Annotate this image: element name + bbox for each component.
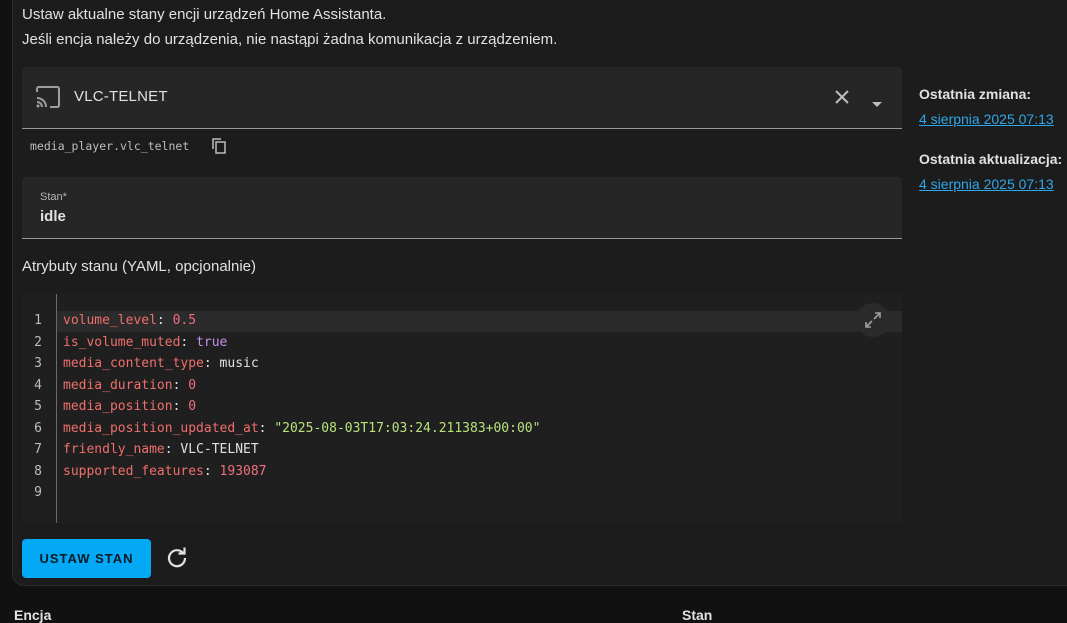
yaml-separator: :: [203, 356, 220, 371]
close-icon[interactable]: [834, 89, 850, 110]
description-line-1: Ustaw aktualne stany encji urządzeń Home…: [22, 6, 387, 23]
yaml-value: 0: [188, 378, 197, 393]
line-number-gutter: 1 2 3 4 5 6 7 8 9: [22, 294, 57, 523]
line-number: 5: [34, 399, 42, 414]
line-number: 7: [34, 442, 42, 457]
code-line: is_volume_muted: true: [63, 335, 227, 350]
last-updated-label: Ostatnia aktualizacja:: [919, 151, 1063, 167]
cast-icon: [35, 86, 61, 113]
code-line: media_position_updated_at: "2025-08-03T1…: [63, 421, 540, 436]
state-field[interactable]: Stan* idle: [22, 177, 902, 239]
line-number: 6: [34, 421, 42, 436]
refresh-icon[interactable]: [166, 547, 188, 574]
copy-icon[interactable]: [212, 138, 226, 159]
arrow-drop-down-icon[interactable]: [872, 95, 882, 113]
entity-id-text: media_player.vlc_telnet: [30, 139, 190, 153]
yaml-key: friendly_name: [63, 442, 165, 457]
yaml-key: media_duration: [63, 378, 173, 393]
line-number: 2: [34, 335, 42, 350]
yaml-key: media_content_type: [63, 356, 204, 371]
description-line-2: Jeśli encja należy do urządzenia, nie na…: [22, 31, 558, 48]
line-number: 3: [34, 356, 42, 371]
yaml-value: 0: [188, 399, 197, 414]
yaml-separator: :: [203, 464, 220, 479]
yaml-key: volume_level: [63, 313, 157, 328]
fullscreen-icon: [865, 312, 881, 328]
yaml-editor[interactable]: 1 2 3 4 5 6 7 8 9 volume_level: 0.5 is_v…: [22, 294, 902, 523]
yaml-separator: :: [258, 421, 275, 436]
yaml-value: VLC-TELNET: [180, 442, 259, 457]
set-state-button[interactable]: USTAW STAN: [22, 539, 151, 578]
last-changed-label: Ostatnia zmiana:: [919, 86, 1032, 102]
line-number: 8: [34, 464, 42, 479]
code-line: volume_level: 0.5: [63, 313, 196, 328]
last-changed-link[interactable]: 4 sierpnia 2025 07:13: [919, 111, 1054, 127]
code-line: supported_features: 193087: [63, 464, 267, 479]
state-field-value: idle: [40, 208, 66, 225]
yaml-key: supported_features: [63, 464, 204, 479]
column-header-state[interactable]: Stan: [682, 607, 712, 623]
line-number: 4: [34, 378, 42, 393]
yaml-value: true: [196, 335, 228, 350]
state-field-label: Stan*: [40, 191, 67, 203]
yaml-value: "2025-08-03T17:03:24.211383+00:00": [274, 421, 541, 436]
yaml-separator: :: [156, 313, 173, 328]
yaml-value: 193087: [219, 464, 267, 479]
column-header-entity[interactable]: Encja: [14, 607, 51, 623]
yaml-separator: :: [172, 399, 189, 414]
entity-picker[interactable]: VLC-TELNET: [22, 67, 902, 129]
yaml-value: 0.5: [172, 313, 197, 328]
entity-picker-value: VLC-TELNET: [74, 88, 168, 105]
yaml-key: media_position_updated_at: [63, 421, 259, 436]
yaml-separator: :: [164, 442, 181, 457]
yaml-value: music: [219, 356, 259, 371]
yaml-key: is_volume_muted: [63, 335, 181, 350]
yaml-key: media_position: [63, 399, 173, 414]
expand-editor-button[interactable]: [856, 303, 890, 337]
line-number: 9: [34, 485, 42, 500]
code-line: friendly_name: VLC-TELNET: [63, 442, 259, 457]
line-number: 1: [34, 313, 42, 328]
yaml-separator: :: [180, 335, 197, 350]
code-line: media_duration: 0: [63, 378, 196, 393]
last-updated-link[interactable]: 4 sierpnia 2025 07:13: [919, 176, 1054, 192]
yaml-separator: :: [172, 378, 189, 393]
attributes-title: Atrybuty stanu (YAML, opcjonalnie): [22, 258, 257, 275]
code-line: media_content_type: music: [63, 356, 259, 371]
code-line: media_position: 0: [63, 399, 196, 414]
